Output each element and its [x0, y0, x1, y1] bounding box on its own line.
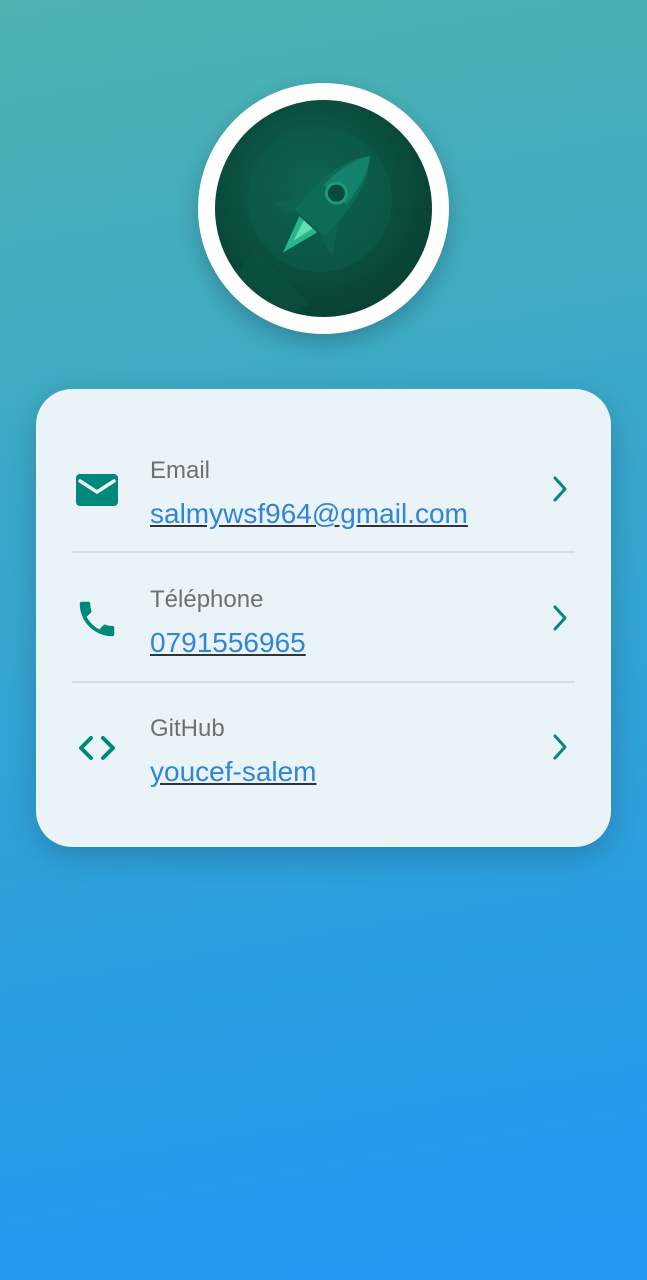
contact-row-github[interactable]: GitHub youcef-salem: [36, 683, 611, 812]
contact-row-email[interactable]: Email salmywsf964@gmail.com: [36, 425, 611, 554]
email-link[interactable]: salmywsf964@gmail.com: [150, 498, 468, 530]
phone-icon: [74, 596, 120, 642]
contact-row-phone[interactable]: Téléphone 0791556965: [36, 554, 611, 683]
chevron-right-icon[interactable]: [548, 473, 572, 505]
contact-label: GitHub: [150, 715, 225, 742]
avatar-image: [215, 100, 432, 317]
github-link[interactable]: youcef-salem: [150, 756, 317, 788]
phone-link[interactable]: 0791556965: [150, 627, 306, 659]
contact-card: Email salmywsf964@gmail.com Téléphone 07…: [36, 389, 611, 847]
chevron-right-icon[interactable]: [548, 731, 572, 763]
code-icon: [74, 725, 120, 771]
mail-icon: [74, 467, 120, 513]
contact-label: Email: [150, 457, 211, 484]
avatar: [198, 83, 449, 334]
rocket-icon: [235, 128, 392, 317]
divider: [72, 551, 575, 553]
chevron-right-icon[interactable]: [548, 602, 572, 634]
contact-label: Téléphone: [150, 586, 264, 613]
